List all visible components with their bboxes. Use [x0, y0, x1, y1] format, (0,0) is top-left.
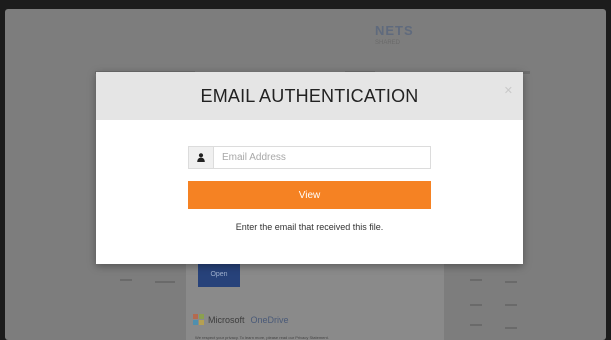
modal-title: EMAIL AUTHENTICATION: [200, 85, 419, 106]
background-open-button: Open: [198, 262, 240, 287]
user-icon: [189, 147, 214, 168]
background-text-line: [120, 279, 132, 281]
microsoft-logo-icon: [193, 314, 204, 325]
brand-name: Microsoft: [208, 314, 245, 325]
background-text-line: [155, 281, 175, 283]
background-text-line: [470, 279, 482, 281]
microsoft-onedrive-brand: Microsoft OneDrive: [193, 314, 289, 325]
modal-header: EMAIL AUTHENTICATION ✕: [96, 72, 523, 120]
privacy-fine-print: We respect your privacy. To learn more, …: [195, 335, 329, 340]
background-text-line: [505, 304, 517, 306]
product-name: OneDrive: [250, 314, 289, 325]
email-input[interactable]: [214, 147, 430, 168]
view-button[interactable]: View: [188, 181, 431, 209]
background-text-line: [470, 324, 482, 326]
instruction-text: Enter the email that received this file.: [235, 222, 384, 232]
close-icon[interactable]: ✕: [504, 84, 513, 97]
background-text-line: [470, 304, 482, 306]
background-text-line: [505, 327, 517, 329]
email-auth-modal: EMAIL AUTHENTICATION ✕ View Enter the em…: [96, 72, 523, 264]
background-logo: NETS SHARED: [375, 23, 414, 46]
background-text-line: [505, 281, 517, 283]
email-field-group: [188, 146, 431, 169]
